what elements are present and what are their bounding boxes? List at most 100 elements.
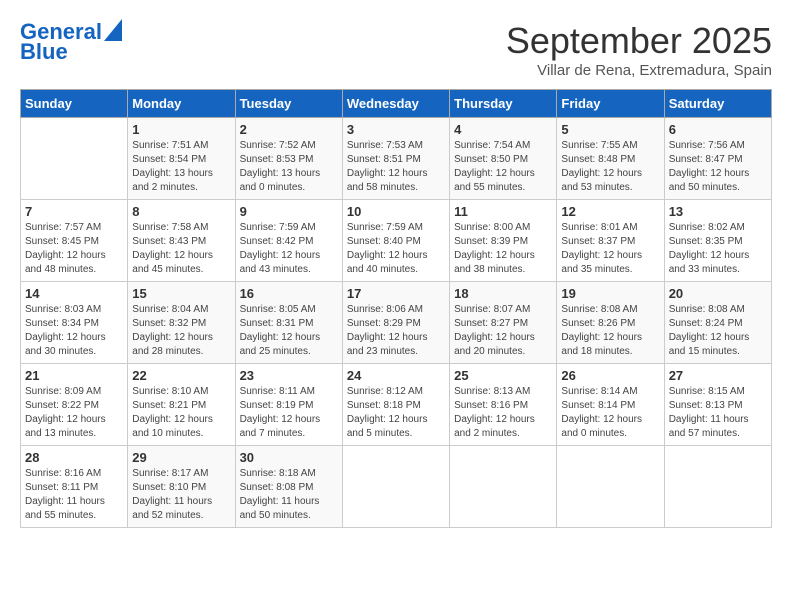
page-header: General Blue September 2025 Villar de Re… (20, 20, 772, 79)
day-number: 21 (25, 368, 123, 383)
day-number: 24 (347, 368, 445, 383)
day-cell: 10 Sunrise: 7:59 AMSunset: 8:40 PMDayligh… (342, 200, 449, 282)
day-number: 10 (347, 204, 445, 219)
calendar-table: SundayMondayTuesdayWednesdayThursdayFrid… (20, 89, 772, 528)
day-info: Sunrise: 8:13 AMSunset: 8:16 PMDaylight:… (454, 385, 552, 441)
day-cell: 27 Sunrise: 8:15 AMSunset: 8:13 PMDayligh… (664, 364, 771, 446)
day-cell: 25Sunrise: 8:13 AMSunset: 8:16 PMDayligh… (450, 364, 557, 446)
day-info: Sunrise: 8:06 AMSunset: 8:29 PMDaylight:… (347, 303, 445, 359)
day-cell: 4 Sunrise: 7:54 AMSunset: 8:50 PMDaylight… (450, 118, 557, 200)
day-cell: 29 Sunrise: 8:17 AMSunset: 8:10 PMDayligh… (128, 446, 235, 528)
day-number: 11 (454, 204, 552, 219)
day-info: Sunrise: 8:08 AMSunset: 8:24 PMDaylight:… (669, 303, 767, 359)
day-number: 2 (240, 122, 338, 137)
day-cell: 5Sunrise: 7:55 AMSunset: 8:48 PMDaylight… (557, 118, 664, 200)
day-info: Sunrise: 8:18 AMSunset: 8:08 PMDaylight:… (240, 467, 338, 523)
column-header-monday: Monday (128, 90, 235, 118)
day-cell: 13Sunrise: 8:02 AMSunset: 8:35 PMDayligh… (664, 200, 771, 282)
day-info: Sunrise: 7:51 AMSunset: 8:54 PMDaylight:… (132, 139, 230, 195)
column-header-friday: Friday (557, 90, 664, 118)
column-header-sunday: Sunday (21, 90, 128, 118)
day-info: Sunrise: 8:12 AMSunset: 8:18 PMDaylight:… (347, 385, 445, 441)
day-number: 12 (561, 204, 659, 219)
day-cell (342, 446, 449, 528)
day-number: 9 (240, 204, 338, 219)
day-info: Sunrise: 7:52 AMSunset: 8:53 PMDaylight:… (240, 139, 338, 195)
day-info: Sunrise: 8:01 AMSunset: 8:37 PMDaylight:… (561, 221, 659, 277)
day-info: Sunrise: 7:59 AMSunset: 8:42 PMDaylight:… (240, 221, 338, 277)
day-cell: 3 Sunrise: 7:53 AMSunset: 8:51 PMDaylight… (342, 118, 449, 200)
day-cell: 8Sunrise: 7:58 AMSunset: 8:43 PMDaylight… (128, 200, 235, 282)
day-number: 8 (132, 204, 230, 219)
day-info: Sunrise: 8:05 AMSunset: 8:31 PMDaylight:… (240, 303, 338, 359)
day-number: 30 (240, 450, 338, 465)
week-row-2: 7Sunrise: 7:57 AMSunset: 8:45 PMDaylight… (21, 200, 772, 282)
week-row-3: 14Sunrise: 8:03 AMSunset: 8:34 PMDayligh… (21, 282, 772, 364)
day-cell: 2 Sunrise: 7:52 AMSunset: 8:53 PMDaylight… (235, 118, 342, 200)
day-info: Sunrise: 8:07 AMSunset: 8:27 PMDaylight:… (454, 303, 552, 359)
day-number: 29 (132, 450, 230, 465)
day-number: 5 (561, 122, 659, 137)
day-cell: 1 Sunrise: 7:51 AMSunset: 8:54 PMDaylight… (128, 118, 235, 200)
day-info: Sunrise: 8:15 AMSunset: 8:13 PMDaylight:… (669, 385, 767, 441)
day-info: Sunrise: 8:09 AMSunset: 8:22 PMDaylight:… (25, 385, 123, 441)
column-header-thursday: Thursday (450, 90, 557, 118)
location-subtitle: Villar de Rena, Extremadura, Spain (506, 62, 772, 79)
day-info: Sunrise: 7:54 AMSunset: 8:50 PMDaylight:… (454, 139, 552, 195)
day-info: Sunrise: 7:53 AMSunset: 8:51 PMDaylight:… (347, 139, 445, 195)
day-cell: 11 Sunrise: 8:00 AMSunset: 8:39 PMDayligh… (450, 200, 557, 282)
day-number: 18 (454, 286, 552, 301)
day-cell (664, 446, 771, 528)
day-number: 1 (132, 122, 230, 137)
day-number: 22 (132, 368, 230, 383)
day-number: 4 (454, 122, 552, 137)
day-cell: 30 Sunrise: 8:18 AMSunset: 8:08 PMDayligh… (235, 446, 342, 528)
column-header-wednesday: Wednesday (342, 90, 449, 118)
day-info: Sunrise: 8:10 AMSunset: 8:21 PMDaylight:… (132, 385, 230, 441)
day-cell: 21 Sunrise: 8:09 AMSunset: 8:22 PMDayligh… (21, 364, 128, 446)
week-row-5: 28Sunrise: 8:16 AMSunset: 8:11 PMDayligh… (21, 446, 772, 528)
day-number: 26 (561, 368, 659, 383)
day-cell (450, 446, 557, 528)
day-cell: 20 Sunrise: 8:08 AMSunset: 8:24 PMDayligh… (664, 282, 771, 364)
day-number: 3 (347, 122, 445, 137)
day-info: Sunrise: 7:56 AMSunset: 8:47 PMDaylight:… (669, 139, 767, 195)
week-row-4: 21 Sunrise: 8:09 AMSunset: 8:22 PMDayligh… (21, 364, 772, 446)
day-cell: 18 Sunrise: 8:07 AMSunset: 8:27 PMDayligh… (450, 282, 557, 364)
day-cell: 15Sunrise: 8:04 AMSunset: 8:32 PMDayligh… (128, 282, 235, 364)
day-cell: 19 Sunrise: 8:08 AMSunset: 8:26 PMDayligh… (557, 282, 664, 364)
column-header-tuesday: Tuesday (235, 90, 342, 118)
day-cell: 7Sunrise: 7:57 AMSunset: 8:45 PMDaylight… (21, 200, 128, 282)
day-cell: 17 Sunrise: 8:06 AMSunset: 8:29 PMDayligh… (342, 282, 449, 364)
column-header-saturday: Saturday (664, 90, 771, 118)
day-cell: 14Sunrise: 8:03 AMSunset: 8:34 PMDayligh… (21, 282, 128, 364)
title-section: September 2025 Villar de Rena, Extremadu… (506, 20, 772, 79)
day-cell: 24 Sunrise: 8:12 AMSunset: 8:18 PMDayligh… (342, 364, 449, 446)
day-cell (21, 118, 128, 200)
day-info: Sunrise: 8:00 AMSunset: 8:39 PMDaylight:… (454, 221, 552, 277)
day-number: 28 (25, 450, 123, 465)
day-cell: 9 Sunrise: 7:59 AMSunset: 8:42 PMDaylight… (235, 200, 342, 282)
day-info: Sunrise: 8:04 AMSunset: 8:32 PMDaylight:… (132, 303, 230, 359)
day-number: 19 (561, 286, 659, 301)
day-info: Sunrise: 8:08 AMSunset: 8:26 PMDaylight:… (561, 303, 659, 359)
day-info: Sunrise: 8:11 AMSunset: 8:19 PMDaylight:… (240, 385, 338, 441)
day-cell: 12 Sunrise: 8:01 AMSunset: 8:37 PMDayligh… (557, 200, 664, 282)
day-cell: 16Sunrise: 8:05 AMSunset: 8:31 PMDayligh… (235, 282, 342, 364)
logo-bird-icon (104, 19, 122, 41)
day-info: Sunrise: 8:14 AMSunset: 8:14 PMDaylight:… (561, 385, 659, 441)
logo: General Blue (20, 20, 122, 64)
day-number: 6 (669, 122, 767, 137)
day-info: Sunrise: 8:02 AMSunset: 8:35 PMDaylight:… (669, 221, 767, 277)
day-cell (557, 446, 664, 528)
day-cell: 22 Sunrise: 8:10 AMSunset: 8:21 PMDayligh… (128, 364, 235, 446)
day-number: 17 (347, 286, 445, 301)
day-info: Sunrise: 8:17 AMSunset: 8:10 PMDaylight:… (132, 467, 230, 523)
day-number: 14 (25, 286, 123, 301)
day-number: 20 (669, 286, 767, 301)
day-cell: 28Sunrise: 8:16 AMSunset: 8:11 PMDayligh… (21, 446, 128, 528)
day-number: 27 (669, 368, 767, 383)
day-info: Sunrise: 7:59 AMSunset: 8:40 PMDaylight:… (347, 221, 445, 277)
day-cell: 23Sunrise: 8:11 AMSunset: 8:19 PMDayligh… (235, 364, 342, 446)
day-info: Sunrise: 7:57 AMSunset: 8:45 PMDaylight:… (25, 221, 123, 277)
